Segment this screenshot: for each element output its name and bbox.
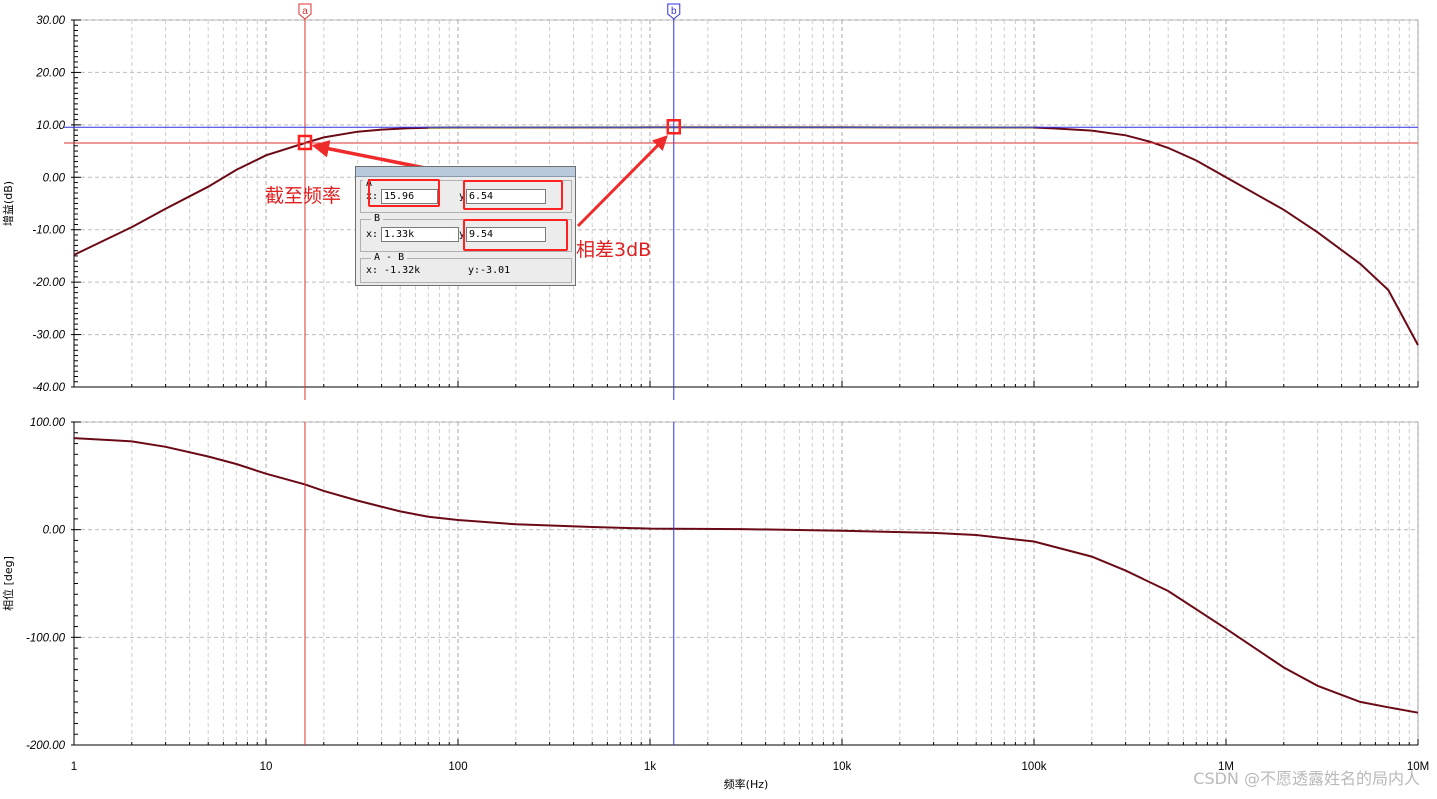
phase-panel [71, 421, 1419, 746]
phase-plot-area [73, 421, 1419, 746]
readout-titlebar[interactable] [356, 167, 575, 177]
gain-ylabel: 增益(dB) [1, 181, 15, 226]
bode-plot: 30.0020.0010.000.00-10.00-20.00-30.00-40… [1, 3, 1429, 791]
highlight-box-a-y [463, 180, 563, 210]
phase-ytick-label: 0.00 [43, 525, 66, 537]
xtick-label: 10 [260, 761, 273, 773]
phase-ylabel: 相位 [deg] [1, 556, 15, 611]
readout-diff-y: y:-3.01 [468, 265, 511, 276]
phase-ytick-label: -200.00 [26, 740, 66, 752]
readout-b-x-field[interactable]: 1.33k [381, 227, 459, 242]
xlabel: 频率(Hz) [724, 777, 769, 791]
gain-ytick-label: -20.00 [32, 277, 65, 289]
gain-ytick-label: -10.00 [32, 225, 65, 237]
xtick-label: 100 [448, 761, 467, 773]
xtick-label: 1 [71, 761, 77, 773]
xtick-label: 1k [644, 761, 656, 773]
gain-ytick-label: 10.00 [36, 120, 65, 132]
gain-ytick-label: -30.00 [32, 330, 65, 342]
readout-diff-x: x: -1.32k [366, 265, 421, 276]
readout-group-b-label: B [371, 213, 384, 225]
gain-ytick-label: 30.00 [36, 15, 65, 27]
xtick-label: 100k [1022, 761, 1047, 773]
highlight-box-a-x [368, 179, 440, 207]
cursor-a-tag-label: a [302, 6, 308, 17]
readout-b-x-label: x: [366, 229, 379, 240]
watermark: CSDN @不愿透露姓名的局内人 [1193, 769, 1420, 788]
gain-ytick-label: 0.00 [43, 172, 66, 184]
gain-ytick-label: -40.00 [32, 382, 65, 394]
phase-ytick-label: 100.00 [30, 417, 66, 429]
gain-ytick-label: 20.00 [35, 67, 65, 79]
cursor-b-tag-label: b [671, 6, 677, 17]
annotation-diff: 相差3dB [576, 239, 651, 261]
annotation-cutoff: 截至频率 [265, 185, 341, 207]
cursor-readout-panel[interactable]: A x: 15.96 y: 6.54 B x: 1.33k y: 9.54 A … [355, 166, 576, 286]
xtick-label: 10k [833, 761, 852, 773]
highlight-box-b-y [463, 219, 568, 251]
readout-group-diff-label: A - B [371, 252, 408, 264]
phase-ytick-label: -100.00 [26, 632, 66, 644]
